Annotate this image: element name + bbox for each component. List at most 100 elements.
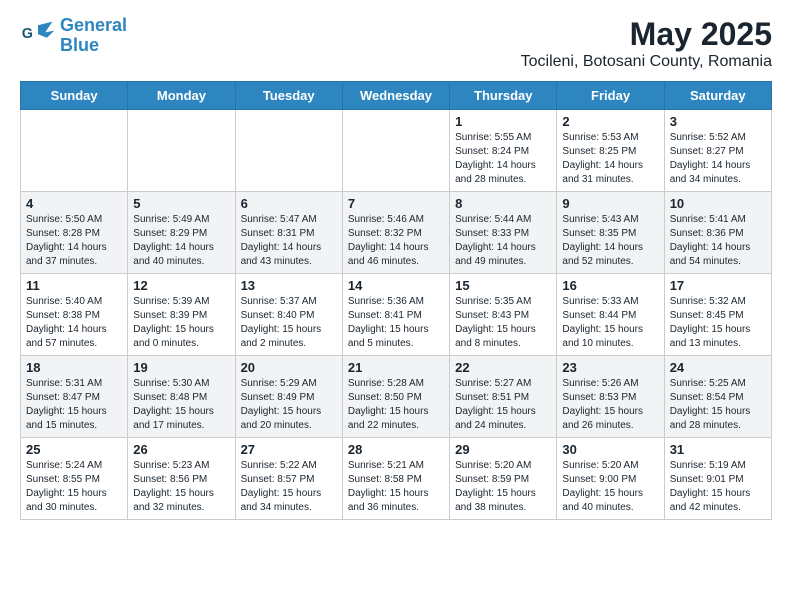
day-info: Sunrise: 5:20 AM Sunset: 9:00 PM Dayligh… — [562, 459, 658, 515]
day-number: 5 — [133, 196, 229, 211]
day-number: 13 — [241, 278, 337, 293]
cell-w5-d7: 31 Sunrise: 5:19 AM Sunset: 9:01 PM Dayli… — [664, 438, 771, 520]
day-number: 9 — [562, 196, 658, 211]
day-number: 24 — [670, 360, 766, 375]
day-number: 6 — [241, 196, 337, 211]
day-number: 29 — [455, 442, 551, 457]
day-number: 21 — [348, 360, 444, 375]
calendar-table: Sunday Monday Tuesday Wednesday Thursday… — [20, 81, 772, 520]
day-number: 31 — [670, 442, 766, 457]
cell-w4-d3: 20 Sunrise: 5:29 AM Sunset: 8:49 PM Dayli… — [235, 356, 342, 438]
cell-w1-d1 — [21, 110, 128, 192]
cell-w5-d6: 30 Sunrise: 5:20 AM Sunset: 9:00 PM Dayli… — [557, 438, 664, 520]
calendar-title: May 2025 — [521, 16, 772, 53]
day-info: Sunrise: 5:31 AM Sunset: 8:47 PM Dayligh… — [26, 377, 122, 433]
day-info: Sunrise: 5:32 AM Sunset: 8:45 PM Dayligh… — [670, 295, 766, 351]
day-number: 26 — [133, 442, 229, 457]
day-info: Sunrise: 5:39 AM Sunset: 8:39 PM Dayligh… — [133, 295, 229, 351]
cell-w3-d7: 17Sunrise: 5:32 AM Sunset: 8:45 PM Dayli… — [664, 274, 771, 356]
day-number: 25 — [26, 442, 122, 457]
cell-w5-d2: 26 Sunrise: 5:23 AM Sunset: 8:56 PM Dayli… — [128, 438, 235, 520]
cell-w1-d6: 2 Sunrise: 5:53 AM Sunset: 8:25 PM Daylig… — [557, 110, 664, 192]
logo-icon: G — [20, 18, 56, 54]
day-info: Sunrise: 5:40 AM Sunset: 8:38 PM Dayligh… — [26, 295, 122, 351]
day-number: 11 — [26, 278, 122, 293]
cell-w2-d6: 9 Sunrise: 5:43 AM Sunset: 8:35 PM Daylig… — [557, 192, 664, 274]
day-number: 1 — [455, 114, 551, 129]
day-info: Sunrise: 5:49 AM Sunset: 8:29 PM Dayligh… — [133, 213, 229, 269]
day-number: 20 — [241, 360, 337, 375]
day-info: Sunrise: 5:21 AM Sunset: 8:58 PM Dayligh… — [348, 459, 444, 515]
cell-w3-d3: 13 Sunrise: 5:37 AM Sunset: 8:40 PM Dayli… — [235, 274, 342, 356]
cell-w2-d2: 5 Sunrise: 5:49 AM Sunset: 8:29 PM Daylig… — [128, 192, 235, 274]
week-row-1: 1 Sunrise: 5:55 AM Sunset: 8:24 PM Daylig… — [21, 110, 772, 192]
week-row-2: 4 Sunrise: 5:50 AM Sunset: 8:28 PM Daylig… — [21, 192, 772, 274]
day-info: Sunrise: 5:55 AM Sunset: 8:24 PM Dayligh… — [455, 131, 551, 187]
cell-w5-d5: 29Sunrise: 5:20 AM Sunset: 8:59 PM Dayli… — [450, 438, 557, 520]
cell-w5-d1: 25Sunrise: 5:24 AM Sunset: 8:55 PM Dayli… — [21, 438, 128, 520]
cell-w1-d4 — [342, 110, 449, 192]
day-info: Sunrise: 5:33 AM Sunset: 8:44 PM Dayligh… — [562, 295, 658, 351]
day-info: Sunrise: 5:52 AM Sunset: 8:27 PM Dayligh… — [670, 131, 766, 187]
cell-w4-d2: 19 Sunrise: 5:30 AM Sunset: 8:48 PM Dayli… — [128, 356, 235, 438]
cell-w2-d7: 10Sunrise: 5:41 AM Sunset: 8:36 PM Dayli… — [664, 192, 771, 274]
cell-w3-d4: 14 Sunrise: 5:36 AM Sunset: 8:41 PM Dayli… — [342, 274, 449, 356]
header-sunday: Sunday — [21, 82, 128, 110]
day-info: Sunrise: 5:35 AM Sunset: 8:43 PM Dayligh… — [455, 295, 551, 351]
day-number: 14 — [348, 278, 444, 293]
week-row-4: 18 Sunrise: 5:31 AM Sunset: 8:47 PM Dayli… — [21, 356, 772, 438]
logo-text: General Blue — [60, 16, 127, 56]
day-info: Sunrise: 5:19 AM Sunset: 9:01 PM Dayligh… — [670, 459, 766, 515]
day-info: Sunrise: 5:41 AM Sunset: 8:36 PM Dayligh… — [670, 213, 766, 269]
day-number: 19 — [133, 360, 229, 375]
day-info: Sunrise: 5:30 AM Sunset: 8:48 PM Dayligh… — [133, 377, 229, 433]
day-info: Sunrise: 5:29 AM Sunset: 8:49 PM Dayligh… — [241, 377, 337, 433]
day-number: 7 — [348, 196, 444, 211]
cell-w2-d1: 4 Sunrise: 5:50 AM Sunset: 8:28 PM Daylig… — [21, 192, 128, 274]
cell-w2-d4: 7 Sunrise: 5:46 AM Sunset: 8:32 PM Daylig… — [342, 192, 449, 274]
day-number: 30 — [562, 442, 658, 457]
day-info: Sunrise: 5:23 AM Sunset: 8:56 PM Dayligh… — [133, 459, 229, 515]
day-number: 27 — [241, 442, 337, 457]
cell-w1-d3 — [235, 110, 342, 192]
day-number: 12 — [133, 278, 229, 293]
title-block: May 2025 Tocileni, Botosani County, Roma… — [521, 16, 772, 71]
day-info: Sunrise: 5:22 AM Sunset: 8:57 PM Dayligh… — [241, 459, 337, 515]
day-number: 8 — [455, 196, 551, 211]
day-info: Sunrise: 5:27 AM Sunset: 8:51 PM Dayligh… — [455, 377, 551, 433]
header-friday: Friday — [557, 82, 664, 110]
svg-text:G: G — [22, 26, 33, 42]
day-info: Sunrise: 5:50 AM Sunset: 8:28 PM Dayligh… — [26, 213, 122, 269]
day-number: 3 — [670, 114, 766, 129]
cell-w3-d2: 12 Sunrise: 5:39 AM Sunset: 8:39 PM Dayli… — [128, 274, 235, 356]
cell-w4-d5: 22 Sunrise: 5:27 AM Sunset: 8:51 PM Dayli… — [450, 356, 557, 438]
cell-w1-d7: 3 Sunrise: 5:52 AM Sunset: 8:27 PM Daylig… — [664, 110, 771, 192]
weekday-header-row: Sunday Monday Tuesday Wednesday Thursday… — [21, 82, 772, 110]
cell-w5-d3: 27 Sunrise: 5:22 AM Sunset: 8:57 PM Dayli… — [235, 438, 342, 520]
header: G General Blue May 2025 Tocileni, Botosa… — [20, 16, 772, 71]
day-info: Sunrise: 5:25 AM Sunset: 8:54 PM Dayligh… — [670, 377, 766, 433]
day-number: 15 — [455, 278, 551, 293]
logo: G General Blue — [20, 16, 127, 56]
cell-w4-d1: 18 Sunrise: 5:31 AM Sunset: 8:47 PM Dayli… — [21, 356, 128, 438]
cell-w1-d5: 1 Sunrise: 5:55 AM Sunset: 8:24 PM Daylig… — [450, 110, 557, 192]
day-number: 4 — [26, 196, 122, 211]
cell-w1-d2 — [128, 110, 235, 192]
day-info: Sunrise: 5:36 AM Sunset: 8:41 PM Dayligh… — [348, 295, 444, 351]
cell-w3-d1: 11 Sunrise: 5:40 AM Sunset: 8:38 PM Dayli… — [21, 274, 128, 356]
day-info: Sunrise: 5:53 AM Sunset: 8:25 PM Dayligh… — [562, 131, 658, 187]
header-wednesday: Wednesday — [342, 82, 449, 110]
day-number: 2 — [562, 114, 658, 129]
day-info: Sunrise: 5:26 AM Sunset: 8:53 PM Dayligh… — [562, 377, 658, 433]
day-info: Sunrise: 5:46 AM Sunset: 8:32 PM Dayligh… — [348, 213, 444, 269]
cell-w3-d5: 15 Sunrise: 5:35 AM Sunset: 8:43 PM Dayli… — [450, 274, 557, 356]
day-info: Sunrise: 5:44 AM Sunset: 8:33 PM Dayligh… — [455, 213, 551, 269]
day-number: 22 — [455, 360, 551, 375]
day-number: 18 — [26, 360, 122, 375]
cell-w2-d3: 6 Sunrise: 5:47 AM Sunset: 8:31 PM Daylig… — [235, 192, 342, 274]
day-info: Sunrise: 5:43 AM Sunset: 8:35 PM Dayligh… — [562, 213, 658, 269]
day-info: Sunrise: 5:47 AM Sunset: 8:31 PM Dayligh… — [241, 213, 337, 269]
day-info: Sunrise: 5:37 AM Sunset: 8:40 PM Dayligh… — [241, 295, 337, 351]
cell-w2-d5: 8 Sunrise: 5:44 AM Sunset: 8:33 PM Daylig… — [450, 192, 557, 274]
header-tuesday: Tuesday — [235, 82, 342, 110]
